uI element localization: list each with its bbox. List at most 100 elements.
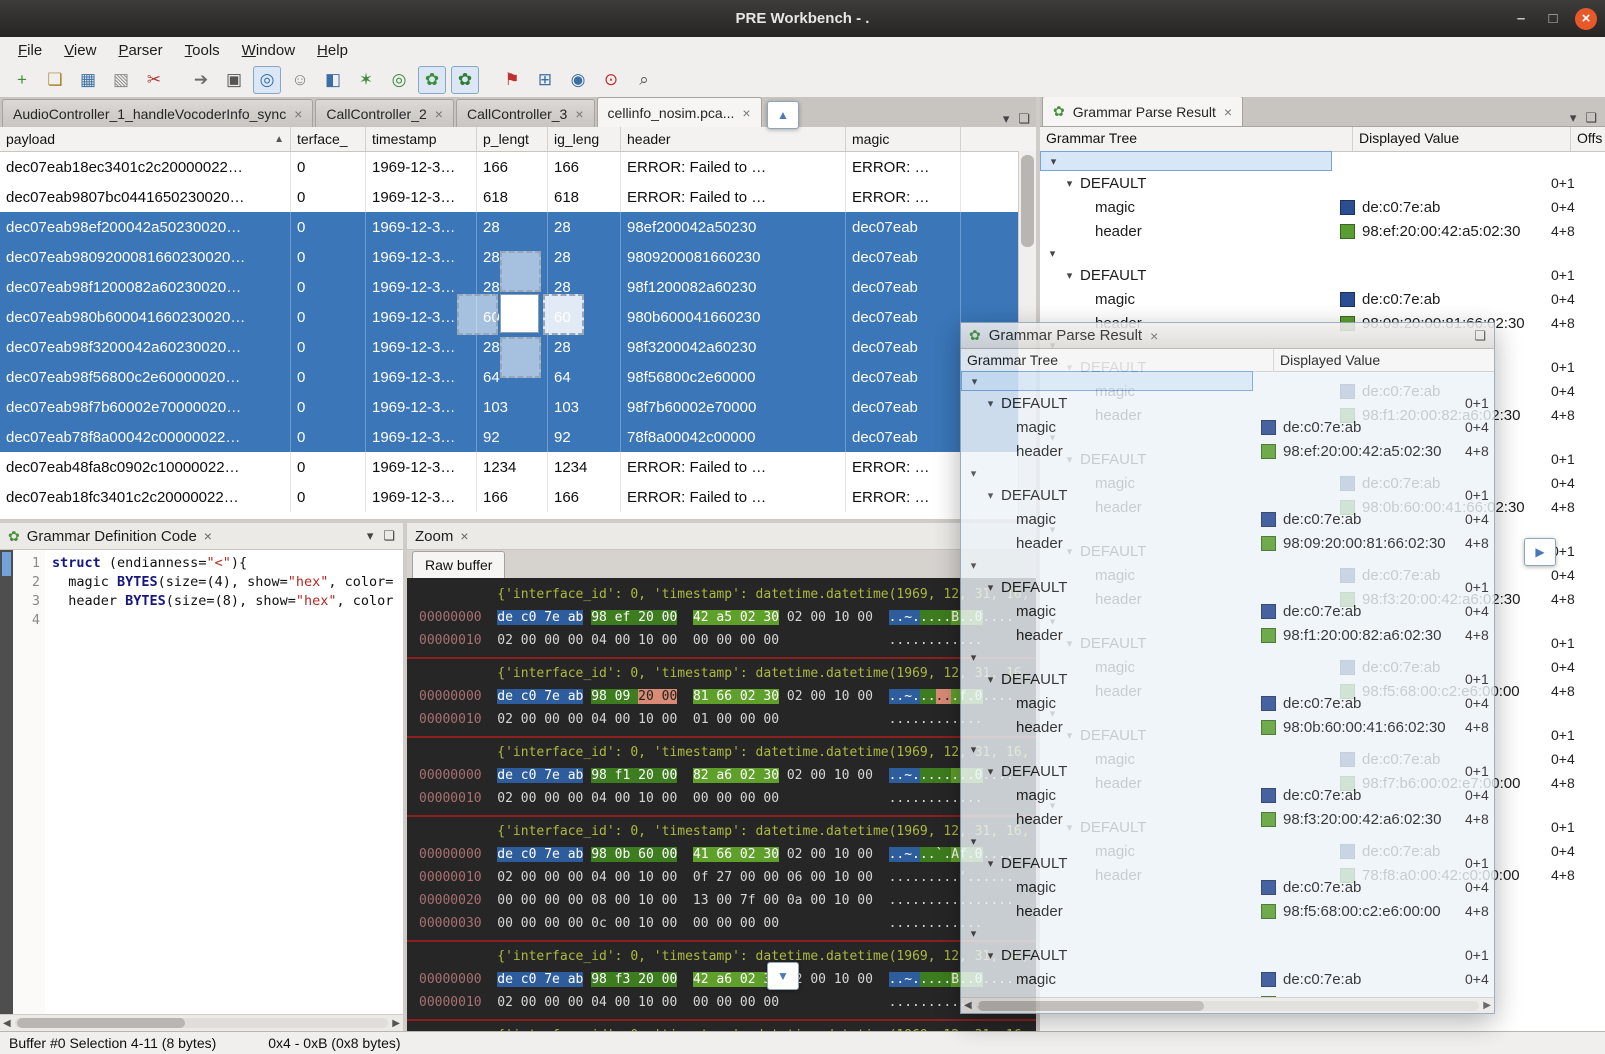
code-hscrollbar[interactable]: ◀ ▶ — [0, 1014, 403, 1031]
hex-bytes[interactable]: de c0 7e ab 98 ef 20 00 42 a5 02 30 02 0… — [497, 606, 873, 629]
pin-icon[interactable]: ⚑ — [498, 66, 526, 94]
hex-bytes[interactable]: 02 00 00 00 04 00 10 00 01 00 00 00 — [497, 708, 873, 731]
parse-node-row[interactable]: ▾DEFAULT0+1 — [961, 759, 1494, 783]
parse-field-row[interactable]: magicde:c0:7e:ab0+4 — [961, 599, 1494, 623]
column-timestamp[interactable]: timestamp — [366, 127, 477, 151]
window-icon[interactable]: ⊞ — [531, 66, 559, 94]
parse-root-row[interactable]: ▾ — [961, 923, 1494, 943]
table-row[interactable]: dec07eab48fa8c0902c10000022…01969-12-3…1… — [0, 452, 1036, 482]
table-row[interactable]: dec07eab18fc3401c2c20000022…01969-12-3…1… — [0, 482, 1036, 512]
menu-parser[interactable]: Parser — [108, 40, 172, 61]
hex-line[interactable]: 0000001002 00 00 00 04 00 10 00 01 00 00… — [407, 708, 1036, 731]
parse-field-row[interactable]: magicde:c0:7e:ab0+4 — [1040, 195, 1605, 219]
export-icon[interactable]: ➔ — [187, 66, 215, 94]
parse-field-row[interactable]: magicde:c0:7e:ab0+4 — [961, 507, 1494, 531]
dock-panel-icon[interactable]: ❏ — [1474, 328, 1486, 344]
screenshot-icon[interactable]: ◧ — [319, 66, 347, 94]
hex-bytes[interactable]: 00 00 00 00 08 00 10 00 13 00 7f 00 0a 0… — [497, 889, 873, 912]
scroll-left-icon[interactable]: ◀ — [964, 1000, 972, 1011]
hex-bytes[interactable]: de c0 7e ab 98 0b 60 00 41 66 02 30 02 0… — [497, 843, 873, 866]
hex-line[interactable]: 0000001002 00 00 00 04 00 10 00 00 00 00… — [407, 787, 1036, 810]
dock-hint-bottom[interactable]: ▼ — [767, 962, 799, 990]
dock-center-zone[interactable] — [500, 294, 539, 333]
hex-view[interactable]: {'interface_id': 0, 'timestamp': datetim… — [407, 578, 1036, 1031]
parse-field-row[interactable]: header98:ef:20:00:42:a5:02:304+8 — [961, 439, 1494, 463]
record-icon[interactable]: ⊙ — [597, 66, 625, 94]
parse-node-row[interactable]: ▾DEFAULT0+1 — [961, 575, 1494, 599]
table-row[interactable]: dec07eab98f7b60002e70000020…01969-12-3…1… — [0, 392, 1036, 422]
menu-help[interactable]: Help — [307, 40, 358, 61]
grammar-run-icon[interactable]: ✿ — [451, 66, 479, 94]
parse-tree-icon[interactable]: ✶ — [352, 66, 380, 94]
parse-field-row[interactable]: header98:f3:20:00:42:a6:02:304+8 — [961, 807, 1494, 831]
parse-root-row[interactable]: ▾ — [961, 831, 1494, 851]
float-panel-icon[interactable]: ❏ — [1018, 111, 1030, 127]
selected-root-row[interactable]: ▾ — [961, 371, 1253, 391]
parse-root-row[interactable]: ▾ — [1040, 151, 1605, 171]
hex-bytes[interactable]: de c0 7e ab 98 09 20 00 81 66 02 30 02 0… — [497, 685, 873, 708]
dock-hint-right[interactable]: ▶ — [1524, 538, 1556, 566]
save-icon[interactable]: ▦ — [74, 66, 102, 94]
parse-field-row[interactable]: header98:f5:68:00:c2:e6:00:004+8 — [961, 899, 1494, 923]
parse-root-row[interactable]: ▾ — [961, 647, 1494, 667]
column-header[interactable]: header — [621, 127, 846, 151]
scroll-left-icon[interactable]: ◀ — [3, 1018, 11, 1029]
hex-line[interactable]: 0000002000 00 00 00 08 00 10 00 13 00 7f… — [407, 889, 1036, 912]
close-tab-icon[interactable]: × — [435, 106, 443, 122]
parse-root-row[interactable]: ▾ — [961, 739, 1494, 759]
tab-grammar-parse-result[interactable]: ✿ Grammar Parse Result × — [1042, 97, 1243, 126]
parse-field-row[interactable]: magicde:c0:7e:ab0+4 — [961, 415, 1494, 439]
parse-field-row[interactable]: magicde:c0:7e:ab0+4 — [961, 783, 1494, 807]
scroll-right-icon[interactable]: ▶ — [1483, 1000, 1491, 1011]
search-icon[interactable]: ⌕ — [630, 66, 658, 94]
hex-line[interactable]: 00000000de c0 7e ab 98 09 20 00 81 66 02… — [407, 685, 1036, 708]
column-offset[interactable]: Offs — [1571, 127, 1605, 151]
hex-line[interactable]: 00000000de c0 7e ab 98 f1 20 00 82 a6 02… — [407, 764, 1036, 787]
hex-line[interactable]: 0000001002 00 00 00 04 00 10 00 00 00 00… — [407, 991, 1036, 1014]
table-row[interactable]: dec07eab18ec3401c2c20000022…01969-12-3…1… — [0, 152, 1036, 182]
hex-bytes[interactable]: de c0 7e ab 98 f1 20 00 82 a6 02 30 02 0… — [497, 764, 873, 787]
parse-field-row[interactable]: magicde:c0:7e:ab0+4 — [961, 875, 1494, 899]
code-lines[interactable]: struct (endianness="<"){ magic BYTES(siz… — [45, 550, 393, 1015]
column-displayed-value[interactable]: Displayed Value — [1274, 349, 1494, 371]
table-row[interactable]: dec07eab9807bc0441650230020…01969-12-3…6… — [0, 182, 1036, 212]
scroll-right-icon[interactable]: ▶ — [392, 1018, 400, 1029]
parse-field-row[interactable]: header98:f1:20:00:82:a6:02:304+8 — [961, 623, 1494, 647]
parse-field-row[interactable]: header98:0b:60:00:41:66:02:304+8 — [961, 715, 1494, 739]
dock-left-zone[interactable] — [457, 294, 498, 335]
find-in-file-icon[interactable]: ◎ — [253, 66, 281, 94]
tab-audiocontroller-1-handlevocoderinfo-sync[interactable]: AudioController_1_handleVocoderInfo_sync… — [2, 99, 313, 127]
paste-icon[interactable]: ▧ — [107, 66, 135, 94]
cut-icon[interactable]: ✂ — [140, 66, 168, 94]
hex-bytes[interactable]: 02 00 00 00 04 00 10 00 00 00 00 00 — [497, 629, 873, 652]
parse-node-row[interactable]: ▾DEFAULT0+1 — [961, 391, 1494, 415]
scroll-thumb[interactable] — [978, 1001, 1205, 1011]
menu-view[interactable]: View — [54, 40, 106, 61]
maximize-button[interactable]: □ — [1543, 10, 1563, 27]
tab-list-menu-icon[interactable]: ▾ — [1570, 110, 1577, 126]
parse-node-row[interactable]: ▾DEFAULT0+1 — [961, 483, 1494, 507]
close-floating-icon[interactable]: × — [1150, 328, 1158, 344]
float-panel-icon[interactable]: ❏ — [1585, 110, 1597, 126]
print-icon[interactable]: ▣ — [220, 66, 248, 94]
close-panel-icon[interactable]: × — [204, 528, 212, 544]
parse-field-row[interactable]: header98:09:20:00:81:66:02:304+8 — [961, 531, 1494, 555]
tab-callcontroller-2[interactable]: CallController_2× — [315, 99, 454, 127]
hex-line[interactable]: 0000001002 00 00 00 04 00 10 00 0f 27 00… — [407, 866, 1036, 889]
column-payload[interactable]: payload▲ — [0, 127, 291, 151]
minimize-button[interactable]: – — [1511, 10, 1531, 27]
column-displayed-value[interactable]: Displayed Value — [1353, 127, 1571, 151]
hex-line[interactable]: 0000003000 00 00 00 0c 00 10 00 00 00 00… — [407, 912, 1036, 935]
hex-line[interactable]: 0000001002 00 00 00 04 00 10 00 00 00 00… — [407, 629, 1036, 652]
hex-bytes[interactable]: 02 00 00 00 04 00 10 00 00 00 00 00 — [497, 787, 873, 810]
new-file-icon[interactable]: + — [8, 66, 36, 94]
target-icon[interactable]: ◎ — [385, 66, 413, 94]
table-row[interactable]: dec07eab98ef200042a50230020…01969-12-3…2… — [0, 212, 1036, 242]
close-zoom-icon[interactable]: × — [460, 528, 468, 544]
dock-hint-top[interactable]: ▲ — [767, 101, 799, 129]
scrollbar-thumb[interactable] — [1021, 155, 1034, 247]
column-grammar-tree[interactable]: Grammar Tree — [961, 349, 1274, 371]
menu-tools[interactable]: Tools — [175, 40, 230, 61]
panel-float-icon[interactable]: ❏ — [383, 528, 395, 544]
parse-root-row[interactable]: ▾ — [1040, 243, 1605, 263]
